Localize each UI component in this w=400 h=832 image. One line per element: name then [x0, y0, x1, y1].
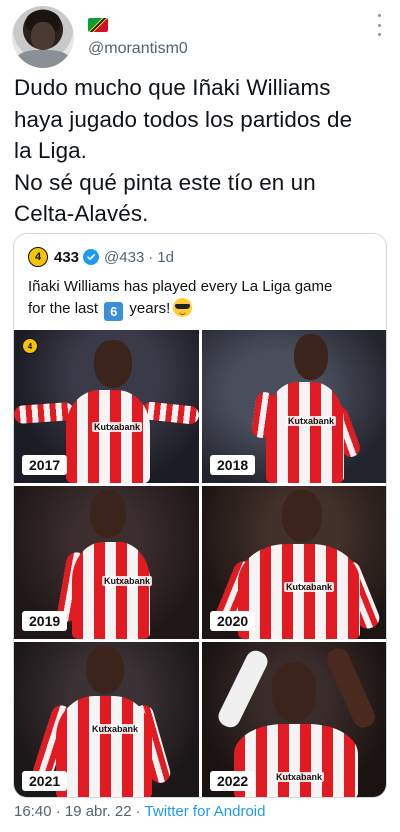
player-shirt [66, 390, 150, 483]
tweet-text-line: Celta-Alavés. [14, 201, 149, 226]
shirt-sponsor: Kutxabank [284, 582, 335, 592]
year-label: 2019 [22, 611, 68, 631]
player-head [294, 334, 328, 380]
year-label: 2020 [210, 611, 256, 631]
quoted-text-line: for the last 6 years! [28, 298, 378, 321]
avatar-face [31, 22, 55, 50]
shirt-sponsor: Kutxabank [286, 416, 337, 426]
year-label: 2021 [22, 771, 68, 791]
player-head [272, 662, 316, 722]
quoted-timestamp[interactable]: 1d [157, 249, 174, 266]
quoted-tweet-header: 4 433 @433 · 1d [28, 246, 174, 268]
433-logo-icon: 4 [28, 247, 48, 267]
year-label: 2022 [210, 771, 256, 791]
year-label: 2017 [22, 455, 68, 475]
photo-2021[interactable]: Kutxabank 2021 [14, 642, 199, 797]
quoted-text-post: years! [129, 300, 171, 317]
player-shirt [56, 696, 152, 797]
player-head [90, 490, 126, 538]
player-head [282, 490, 322, 542]
shirt-sponsor: Kutxabank [274, 772, 325, 782]
quoted-separator: · [148, 248, 154, 266]
photo-2020[interactable]: Kutxabank 2020 [202, 486, 386, 639]
tweet-text-line: No sé qué pinta este tío en un [14, 169, 316, 195]
player-head [94, 340, 132, 388]
433-logo-icon: 4 [22, 338, 38, 354]
quoted-author-handle[interactable]: @433 [104, 249, 144, 266]
tweet-header: @morantism0 [0, 0, 400, 68]
tweet-source-link[interactable]: Twitter for Android [145, 803, 266, 820]
tweet-text-line: haya jugado todos los partidos de [14, 106, 353, 132]
quoted-tweet-card[interactable]: 4 433 @433 · 1d Iñaki Williams has playe… [13, 233, 387, 798]
avatar[interactable] [12, 6, 74, 68]
more-options-icon[interactable] [376, 14, 382, 36]
photo-2017[interactable]: Kutxabank 4 2017 [14, 330, 199, 483]
keycap-six-emoji: 6 [104, 302, 124, 321]
photo-2018[interactable]: Kutxabank 2018 [202, 330, 386, 483]
player-head [86, 646, 124, 694]
author-handle[interactable]: @morantism0 [88, 40, 188, 58]
tweet-text-line: Dudo mucho que Iñaki Williams [14, 75, 331, 100]
tweet-text: Dudo mucho que Iñaki Williams haya jugad… [14, 72, 390, 230]
tweet-timestamp[interactable]: 16:40 · 19 abr. 22 [14, 803, 132, 820]
sunglasses-emoji-icon [173, 298, 193, 317]
photo-2019[interactable]: Kutxabank 2019 [14, 486, 199, 639]
quoted-text-line: Iñaki Williams has played every La Liga … [28, 278, 333, 295]
photo-2022[interactable]: Kutxabank 2022 [202, 642, 386, 797]
quoted-tweet-text: Iñaki Williams has played every La Liga … [28, 276, 378, 321]
player-shirt [266, 382, 344, 483]
shirt-sponsor: Kutxabank [92, 422, 143, 432]
shirt-sponsor: Kutxabank [102, 576, 153, 586]
shirt-sponsor: Kutxabank [90, 724, 141, 734]
quoted-text-pre: for the last [28, 300, 99, 317]
avatar-shirt [16, 50, 70, 68]
saint-kitts-and-nevis-flag-icon [88, 18, 108, 32]
verified-badge-icon [83, 249, 100, 265]
quoted-author-name[interactable]: 433 [54, 249, 79, 266]
year-label: 2018 [210, 455, 256, 475]
player-shirt [72, 542, 150, 639]
tweet-footer: 16:40 · 19 abr. 22 · Twitter for Android [14, 803, 265, 820]
tweet-text-line: la Liga. [14, 138, 88, 163]
photo-grid: Kutxabank 4 2017 Kutxabank 2018 Kutxaban… [14, 330, 386, 797]
footer-separator: · [135, 803, 141, 820]
